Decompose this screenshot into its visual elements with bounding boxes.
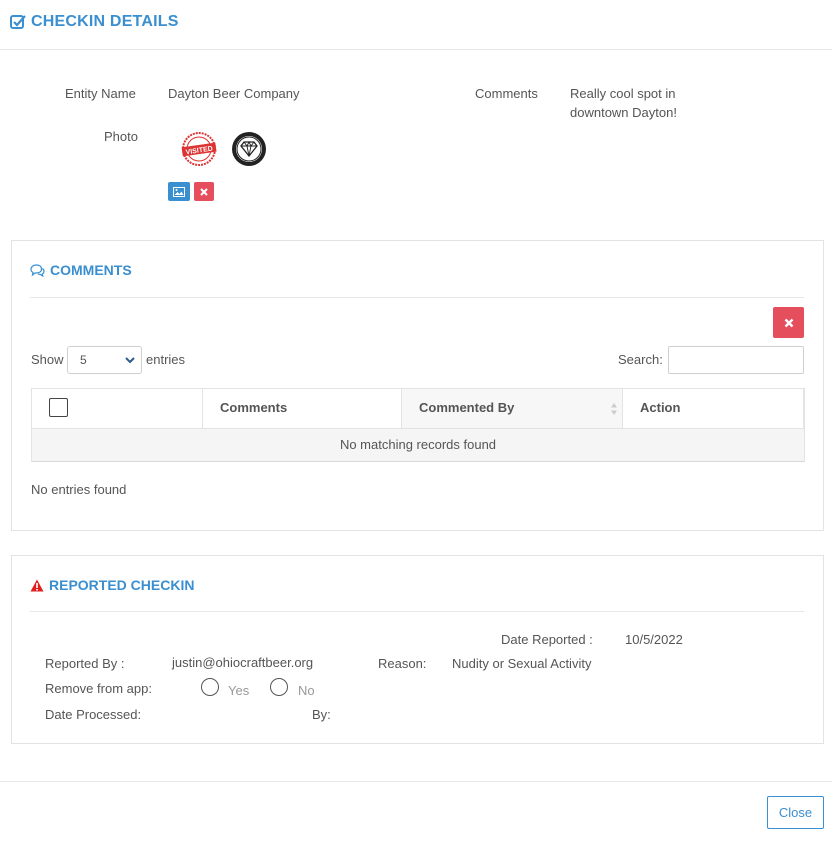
reason-value: Nudity or Sexual Activity [452, 656, 592, 671]
column-header-commented-by[interactable]: Commented By [402, 389, 623, 428]
reported-checkin-panel: REPORTED CHECKIN Date Reported : 10/5/20… [11, 555, 824, 744]
reported-by-value: justin@ohiocraftbeer.org [172, 655, 314, 670]
empty-table-message: No matching records found [32, 428, 804, 462]
reported-panel-separator [30, 611, 804, 612]
remove-from-app-label: Remove from app: [45, 681, 152, 696]
comments-panel-title-text: COMMENTS [50, 262, 132, 278]
delete-image-button[interactable] [194, 182, 214, 201]
comments-label: Comments [475, 86, 538, 101]
remove-yes-label[interactable]: Yes [228, 683, 249, 698]
remove-no-label[interactable]: No [298, 683, 315, 698]
column-header-comments[interactable]: Comments [203, 389, 402, 428]
visited-stamp-image: VISITED [181, 132, 217, 166]
diamond-badge-photo[interactable] [230, 130, 268, 168]
remove-no-radio[interactable] [270, 678, 288, 696]
reason-label: Reason: [378, 656, 427, 671]
entries-label: entries [146, 352, 186, 367]
close-button[interactable]: Close [767, 796, 824, 829]
warning-icon [30, 579, 44, 591]
select-all-header [32, 389, 203, 428]
comments-panel-title: COMMENTS [30, 262, 132, 278]
comments-icon [30, 263, 45, 277]
page-size-select[interactable]: 5 [67, 346, 142, 374]
modal-title-text: CHECKIN DETAILS [31, 13, 179, 30]
date-processed-label: Date Processed: [45, 707, 142, 722]
photo-label: Photo [104, 129, 138, 144]
remove-yes-radio[interactable] [201, 678, 219, 696]
processed-by-label: By: [312, 707, 331, 722]
comments-value-line-1: Really cool spot in [570, 86, 676, 101]
reported-by-label: Reported By : [45, 656, 125, 671]
show-label: Show [31, 352, 64, 367]
entity-name-value: Dayton Beer Company [168, 86, 300, 101]
reported-panel-title-text: REPORTED CHECKIN [49, 577, 195, 593]
modal-title: CHECKIN DETAILS [10, 13, 179, 31]
comments-panel: COMMENTS Show 5 entries Search: Comments… [11, 240, 824, 531]
sort-icon [611, 403, 617, 415]
checkbox-checked-icon [10, 15, 26, 29]
diamond-badge-image [232, 132, 266, 166]
search-label: Search: [618, 352, 663, 367]
date-reported-label: Date Reported : [501, 632, 593, 647]
column-header-commented-by-label: Commented By [419, 400, 515, 415]
visited-stamp-photo[interactable]: VISITED [180, 130, 218, 168]
chevron-down-icon [125, 357, 135, 364]
date-reported-value: 10/5/2022 [625, 632, 683, 647]
select-all-checkbox[interactable] [49, 398, 68, 417]
table-info: No entries found [31, 482, 127, 497]
image-icon [173, 186, 185, 197]
entity-name-label: Entity Name [65, 86, 136, 101]
reported-panel-title: REPORTED CHECKIN [30, 577, 194, 593]
search-input[interactable] [668, 346, 804, 374]
column-header-action[interactable]: Action [623, 389, 804, 428]
delete-selected-button[interactable] [773, 307, 804, 338]
comments-panel-separator [30, 297, 804, 298]
modal-header: CHECKIN DETAILS [0, 0, 832, 50]
close-icon [200, 187, 208, 196]
modal-footer-separator [0, 781, 832, 782]
comments-value: Really cool spot in downtown Dayton! [570, 84, 677, 122]
page-size-value: 5 [80, 353, 87, 367]
view-image-button[interactable] [168, 182, 190, 201]
close-icon [784, 318, 793, 327]
comments-value-line-2: downtown Dayton! [570, 105, 677, 120]
comments-table: Comments Commented By Action No matching… [31, 388, 805, 462]
